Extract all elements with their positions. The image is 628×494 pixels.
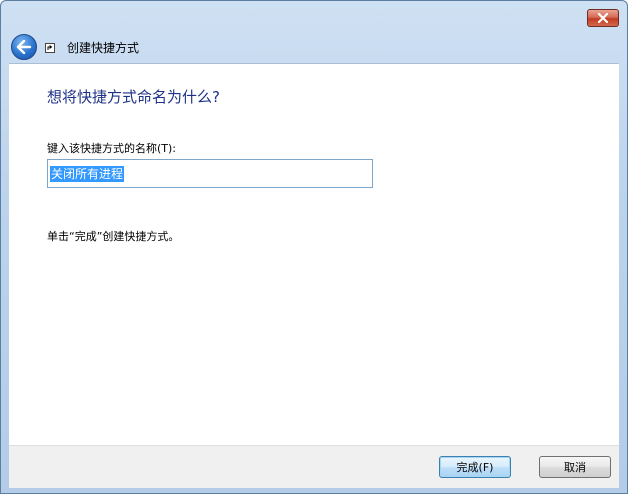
finish-button[interactable]: 完成(F) (439, 456, 511, 478)
back-button[interactable] (11, 34, 37, 60)
shortcut-arrow-icon (45, 43, 55, 53)
shortcut-name-input[interactable]: 关闭所有进程 (47, 159, 373, 188)
back-arrow-icon (16, 40, 32, 54)
wizard-footer: 完成(F) 取消 (9, 445, 619, 488)
page-heading: 想将快捷方式命名为什么? (47, 88, 220, 106)
finish-hint-text: 单击“完成”创建快捷方式。 (47, 230, 180, 243)
shortcut-name-value: 关闭所有进程 (50, 166, 125, 182)
name-field-label: 键入该快捷方式的名称(T): (47, 142, 177, 155)
close-button[interactable] (587, 9, 619, 27)
wizard-window: 创建快捷方式 想将快捷方式命名为什么? 键入该快捷方式的名称(T): 关闭所有进… (0, 0, 628, 494)
title-bar[interactable] (1, 1, 627, 31)
wizard-nav-bar: 创建快捷方式 (1, 31, 627, 63)
wizard-content: 想将快捷方式命名为什么? 键入该快捷方式的名称(T): 关闭所有进程 单击“完成… (9, 63, 619, 446)
close-icon (597, 13, 609, 23)
wizard-title: 创建快捷方式 (67, 41, 140, 55)
cancel-button[interactable]: 取消 (539, 456, 611, 478)
